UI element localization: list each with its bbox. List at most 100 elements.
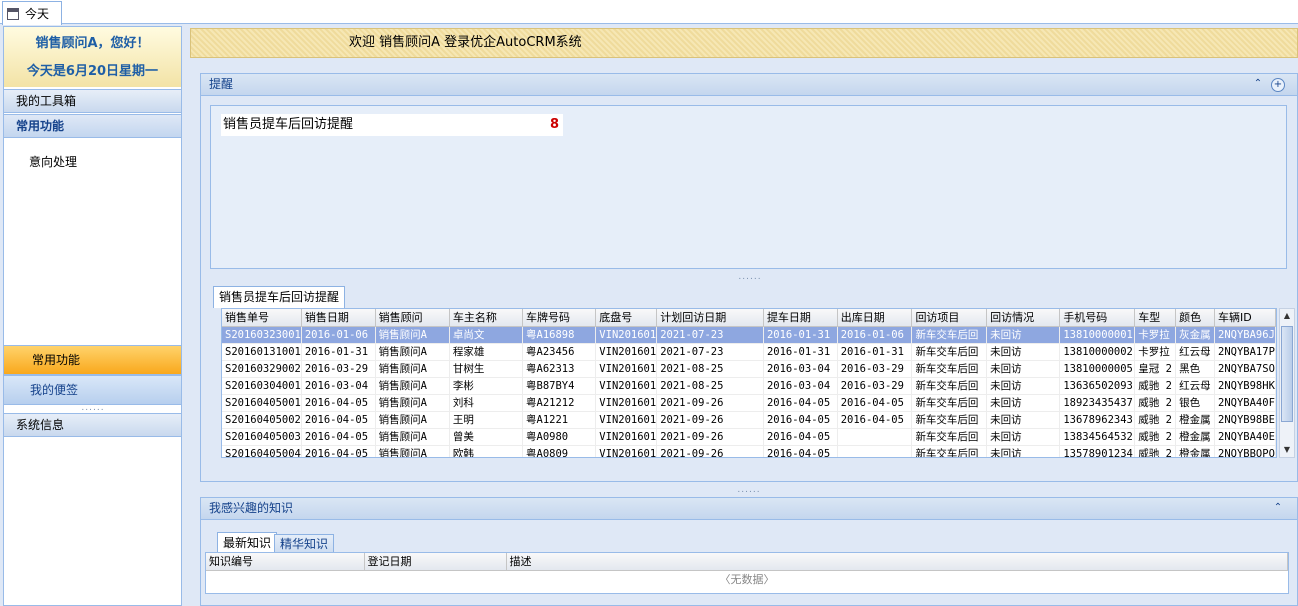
sidebar-item-common-functions[interactable]: 常用功能 xyxy=(4,114,181,138)
table-cell: 2NQYBA96J xyxy=(1214,326,1276,344)
column-header[interactable]: 描述 xyxy=(506,553,1288,571)
table-cell: 2016-01-06 xyxy=(837,326,913,344)
reminder-subtab-area: 销售员提车后回访提醒 销售单号 销售日期 销售顾问 车主名称 车牌号码 底盘号 计划回访日期… xyxy=(211,286,1295,476)
table-cell: 2016-01-31 xyxy=(763,326,838,344)
column-header[interactable]: 车辆ID xyxy=(1214,309,1276,327)
sidebar-item-common-functions-bottom[interactable]: 常用功能 xyxy=(4,345,181,375)
table-cell: 未回访 xyxy=(986,343,1061,361)
table-cell: S20160304001 xyxy=(222,377,302,395)
column-header[interactable]: 底盘号 xyxy=(595,309,658,327)
table-cell: 未回访 xyxy=(986,428,1061,446)
reminder-item[interactable]: 销售员提车后回访提醒 8 xyxy=(221,114,563,136)
table-cell: 销售顾问A xyxy=(375,445,450,457)
table-cell: 销售顾问A xyxy=(375,360,450,378)
scroll-up-icon[interactable]: ▲ xyxy=(1280,309,1294,323)
column-header[interactable]: 销售顾问 xyxy=(375,309,450,327)
column-header[interactable]: 计划回访日期 xyxy=(656,309,764,327)
table-cell: 2016-04-05 xyxy=(301,445,376,457)
welcome-text: 欢迎 销售顾问A 登录优企AutoCRM系统 xyxy=(349,35,582,50)
table-cell: 皇冠 2 xyxy=(1134,360,1177,378)
sidebar-item-my-notes[interactable]: 我的便签 xyxy=(4,375,181,405)
column-header[interactable]: 登记日期 xyxy=(364,553,507,571)
tab-sales-reminder[interactable]: 销售员提车后回访提醒 xyxy=(213,286,346,308)
column-header[interactable]: 车型 xyxy=(1134,309,1177,327)
table-cell: 2016-03-29 xyxy=(301,360,376,378)
table-cell: 红云母 xyxy=(1175,377,1215,395)
table-cell: 2016-04-05 xyxy=(763,428,838,446)
table-cell: 新车交车后回 xyxy=(911,428,988,446)
column-header[interactable]: 回访项目 xyxy=(911,309,988,327)
table-row[interactable]: S20160405001 2016-04-05 销售顾问A 刘科 粤A21212 VIN2… xyxy=(222,394,1276,412)
table-cell: 2021-08-25 xyxy=(656,360,764,378)
table-cell: 2021-09-26 xyxy=(656,411,764,429)
table-cell: 13810000005 xyxy=(1059,360,1136,378)
table-cell: 13810000001 xyxy=(1059,326,1136,344)
table-cell: S20160405004 xyxy=(222,445,302,457)
column-header[interactable]: 车牌号码 xyxy=(522,309,597,327)
sidebar-item-toolbox[interactable]: 我的工具箱 xyxy=(4,89,181,113)
table-cell: 18923435437 xyxy=(1059,394,1136,412)
table-cell: 红云母 xyxy=(1175,343,1215,361)
tab-latest-knowledge[interactable]: 最新知识 xyxy=(217,532,278,554)
table-row[interactable]: S20160329002 2016-03-29 销售顾问A 甘树生 粤A62313 VIN… xyxy=(222,360,1276,378)
column-header[interactable]: 提车日期 xyxy=(763,309,838,327)
column-header[interactable]: 销售日期 xyxy=(301,309,376,327)
table-cell xyxy=(837,428,913,446)
column-header[interactable]: 手机号码 xyxy=(1059,309,1136,327)
collapse-icon[interactable]: ⌃ xyxy=(1271,502,1285,516)
column-header[interactable]: 知识编号 xyxy=(206,553,365,571)
table-cell: 2NQYBA40E xyxy=(1214,428,1276,446)
table-cell: 粤A0980 xyxy=(522,428,597,446)
column-header[interactable]: 颜色 xyxy=(1175,309,1215,327)
reminder-panel-title: 提醒 xyxy=(209,77,234,91)
table-cell: VIN201601 xyxy=(595,411,658,429)
main-splitter[interactable]: ...... xyxy=(734,485,764,495)
collapse-icon[interactable]: ⌃ xyxy=(1251,78,1265,92)
nav-link-intent-processing[interactable]: 意向处理 xyxy=(29,153,77,170)
table-cell: 2016-04-05 xyxy=(837,394,913,412)
table-cell: VIN201601 xyxy=(595,428,658,446)
table-cell: 2021-09-26 xyxy=(656,445,764,457)
reminder-splitter[interactable]: ...... xyxy=(735,272,765,282)
greeting-box: 销售顾问A，您好！ 今天是6月20日星期一 xyxy=(4,27,181,87)
column-header[interactable]: 出库日期 xyxy=(837,309,913,327)
table-row[interactable]: S20160131001 2016-01-31 销售顾问A 程家雄 粤A23456 VIN… xyxy=(222,343,1276,361)
column-header[interactable]: 车主名称 xyxy=(449,309,524,327)
table-cell: 2016-04-05 xyxy=(763,411,838,429)
scroll-down-icon[interactable]: ▼ xyxy=(1280,443,1294,457)
table-cell: 刘科 xyxy=(449,394,524,412)
table-cell: 2021-08-25 xyxy=(656,377,764,395)
table-cell: 王明 xyxy=(449,411,524,429)
sidebar-splitter[interactable]: ...... xyxy=(78,403,108,413)
table-cell: 卡罗拉 xyxy=(1134,343,1177,361)
table-row[interactable]: S20160304001 2016-03-04 销售顾问A 李彬 粤B87BY4 VIN2… xyxy=(222,377,1276,395)
reminder-grid-scrollbar[interactable]: ▲ ▼ xyxy=(1279,308,1295,458)
table-cell: 黑色 xyxy=(1175,360,1215,378)
table-cell: 甘树生 xyxy=(449,360,524,378)
column-header[interactable]: 销售单号 xyxy=(222,309,302,327)
sidebar: 销售顾问A，您好！ 今天是6月20日星期一 我的工具箱 常用功能 意向处理 常用… xyxy=(3,26,182,606)
tab-featured-knowledge[interactable]: 精华知识 xyxy=(274,534,335,554)
table-cell: 威驰 2 xyxy=(1134,394,1177,412)
reminder-item-label: 销售员提车后回访提醒 xyxy=(223,117,354,132)
table-cell: 2016-03-04 xyxy=(763,377,838,395)
tab-today[interactable]: 今天 xyxy=(2,1,62,25)
scroll-thumb[interactable] xyxy=(1281,326,1293,422)
table-row[interactable]: S20160405003 2016-04-05 销售顾问A 曾美 粤A0980 VIN20… xyxy=(222,428,1276,446)
sidebar-item-system-info[interactable]: 系统信息 xyxy=(4,413,181,437)
table-cell: 李彬 xyxy=(449,377,524,395)
table-cell: 威驰 2 xyxy=(1134,428,1177,446)
table-cell: 13578901234 xyxy=(1059,445,1136,457)
add-icon[interactable]: + xyxy=(1271,78,1285,92)
table-row[interactable]: S20160405002 2016-04-05 销售顾问A 王明 粤A1221 VIN20… xyxy=(222,411,1276,429)
table-row[interactable]: S20160405004 2016-04-05 销售顾问A 欧韩 粤A0809 VIN20… xyxy=(222,445,1276,457)
table-cell: 未回访 xyxy=(986,326,1061,344)
reminder-table-header: 销售单号 销售日期 销售顾问 车主名称 车牌号码 底盘号 计划回访日期 提车日期 出库日期 回访项… xyxy=(222,309,1276,327)
welcome-banner: 欢迎 销售顾问A 登录优企AutoCRM系统 xyxy=(190,28,1298,58)
table-cell: 13810000002 xyxy=(1059,343,1136,361)
table-cell: 13636502093 xyxy=(1059,377,1136,395)
table-row[interactable]: S20160323001 2016-01-06 销售顾问A 卓尚文 粤A16898 VIN… xyxy=(222,326,1276,344)
table-cell: VIN201601 xyxy=(595,445,658,457)
column-header[interactable]: 回访情况 xyxy=(986,309,1061,327)
table-cell: 2016-03-04 xyxy=(301,377,376,395)
